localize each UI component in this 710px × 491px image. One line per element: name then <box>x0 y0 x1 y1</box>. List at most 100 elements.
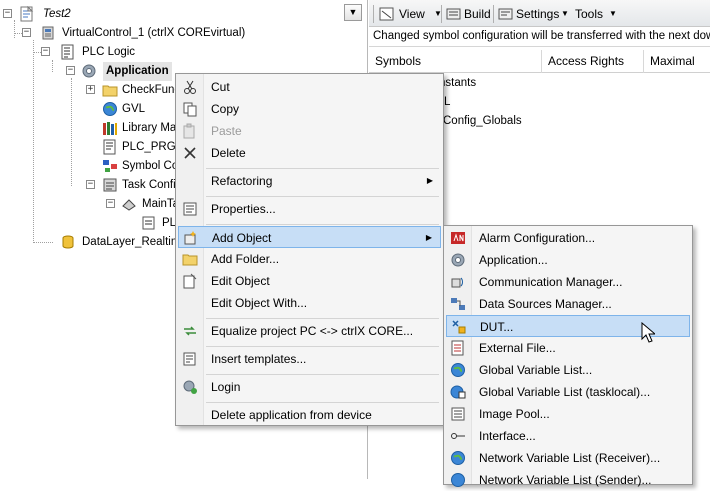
menu-item-delete[interactable]: Delete <box>178 142 441 164</box>
checkfunctions-label: CheckFunc <box>122 84 181 96</box>
tree-row-project[interactable]: − Test2 <box>0 5 340 24</box>
menu-separator <box>206 318 439 319</box>
menu-item-edit-object[interactable]: Edit Object <box>178 270 441 292</box>
scissors-icon <box>184 80 196 94</box>
menu-item-properties[interactable]: Properties... <box>178 198 441 220</box>
submenu-item-image-pool[interactable]: Image Pool... <box>446 403 690 425</box>
tree-row-gvl[interactable]: GVL <box>0 100 200 119</box>
symbol-row[interactable]: Config_Globals <box>443 112 522 130</box>
symbol-row[interactable]: L <box>444 93 450 111</box>
menu-item-delete-application[interactable]: Delete application from device <box>178 404 441 426</box>
network-globe-icon <box>451 451 465 465</box>
submenu-item-communication-manager[interactable]: Communication Manager... <box>446 271 690 293</box>
globe-icon <box>103 102 117 116</box>
submenu-item-label: Global Variable List... <box>479 363 593 377</box>
tree-row-device[interactable]: − VirtualControl_1 (ctrlX COREvirtual) <box>0 24 340 43</box>
menu-item-cut[interactable]: Cut <box>178 76 441 98</box>
application-gear-icon <box>82 64 96 78</box>
menu-item-label: Delete application from device <box>211 408 372 422</box>
plc-logic-icon <box>61 44 74 60</box>
menu-separator <box>206 196 439 197</box>
collapse-toggle[interactable]: − <box>41 47 50 56</box>
column-maximal[interactable]: Maximal <box>644 50 710 73</box>
submenu-item-nvl-sender[interactable]: Network Variable List (Sender)... <box>446 469 690 491</box>
tree-row-plc-logic[interactable]: − PLC Logic <box>0 43 340 62</box>
data-sources-icon <box>451 298 465 310</box>
collapse-toggle[interactable]: − <box>66 66 75 75</box>
menu-item-label: Delete <box>211 146 246 160</box>
symbol-row[interactable]: nstants <box>439 74 476 92</box>
collapse-toggle[interactable]: − <box>3 9 12 18</box>
equalize-icon <box>184 326 196 336</box>
tree-row-checkfunctions[interactable]: + CheckFunc <box>0 81 200 100</box>
submenu-item-application[interactable]: Application... <box>446 249 690 271</box>
tree-row-symbol-config[interactable]: Symbol Cor <box>0 157 200 176</box>
submenu-item-alarm-configuration[interactable]: Alarm Configuration... <box>446 227 690 249</box>
tree-row-task-config[interactable]: − Task Config <box>0 176 200 195</box>
tree-row-library-manager[interactable]: Library Mar <box>0 119 200 138</box>
submenu-item-global-variable-list[interactable]: Global Variable List... <box>446 359 690 381</box>
tree-row-task-plc-prg[interactable]: PL <box>0 214 200 233</box>
project-name: Test2 <box>43 8 71 20</box>
plc-logic-label: PLC Logic <box>82 46 136 58</box>
copy-icon <box>183 102 197 117</box>
submenu-arrow-icon: ▶ <box>425 233 432 242</box>
info-message: Changed symbol configuration will be tra… <box>369 27 710 47</box>
column-symbols[interactable]: Symbols <box>369 50 542 73</box>
dropdown-arrow-icon: ▼ <box>609 9 617 18</box>
task-config-icon <box>103 178 117 192</box>
column-access-rights[interactable]: Access Rights <box>542 50 644 73</box>
tree-row-datalayer[interactable]: DataLayer_Realtim <box>0 233 200 252</box>
image-pool-icon <box>451 407 465 421</box>
main-task-label: MainTa <box>142 198 180 210</box>
menu-item-login[interactable]: Login <box>178 376 441 398</box>
submenu-item-label: External File... <box>479 341 556 355</box>
submenu-item-interface[interactable]: Interface... <box>446 425 690 447</box>
menu-item-refactoring[interactable]: Refactoring ▶ <box>178 170 441 192</box>
toolbar-separator <box>493 5 494 23</box>
dut-icon <box>452 320 466 334</box>
menu-item-equalize[interactable]: Equalize project PC <-> ctrlX CORE... <box>178 320 441 342</box>
submenu-item-global-variable-list-tasklocal[interactable]: Global Variable List (tasklocal)... <box>446 381 690 403</box>
library-books-icon <box>103 122 117 135</box>
menu-item-label: Add Object <box>212 231 272 245</box>
menu-item-add-object[interactable]: Add Object ▶ <box>178 226 441 248</box>
program-icon <box>103 139 116 155</box>
menu-item-label: Add Folder... <box>211 252 280 266</box>
submenu-item-label: Interface... <box>479 429 536 443</box>
collapse-toggle[interactable]: − <box>106 199 115 208</box>
menu-item-label: Equalize project PC <-> ctrlX CORE... <box>211 324 414 338</box>
tree-row-main-task[interactable]: − MainTa <box>0 195 200 214</box>
menu-item-paste[interactable]: Paste <box>178 120 441 142</box>
tools-label: Tools <box>575 7 604 21</box>
menu-separator <box>206 168 439 169</box>
menu-item-copy[interactable]: Copy <box>178 98 441 120</box>
globe-tasklocal-icon <box>450 385 466 399</box>
submenu-item-nvl-receiver[interactable]: Network Variable List (Receiver)... <box>446 447 690 469</box>
application-gear-icon <box>451 253 465 267</box>
menu-item-label: Edit Object <box>211 274 270 288</box>
device-icon <box>42 26 54 40</box>
project-dropdown-button[interactable]: ▼ <box>344 4 362 21</box>
settings-label: Settings <box>516 7 560 21</box>
menu-item-label: Cut <box>211 80 230 94</box>
menu-item-label: Login <box>211 380 241 394</box>
submenu-item-data-sources-manager[interactable]: Data Sources Manager... <box>446 293 690 315</box>
task-config-label: Task Config <box>122 179 183 191</box>
view-label: View <box>399 7 425 21</box>
menu-item-insert-templates[interactable]: Insert templates... <box>178 348 441 370</box>
network-globe-icon <box>451 473 465 487</box>
menu-item-add-folder[interactable]: Add Folder... <box>178 248 441 270</box>
collapse-toggle[interactable]: − <box>86 180 95 189</box>
folder-icon <box>102 85 118 97</box>
globe-icon <box>451 363 465 377</box>
device-label: VirtualControl_1 (ctrlX COREvirtual) <box>62 27 246 39</box>
template-icon <box>183 352 196 366</box>
expand-toggle[interactable]: + <box>86 85 95 94</box>
menu-item-label: Paste <box>211 124 242 138</box>
context-menu: Cut Copy Paste Delete Refactoring ▶ Prop… <box>175 73 444 426</box>
collapse-toggle[interactable]: − <box>22 28 31 37</box>
tree-row-plc-prg[interactable]: PLC_PRG (I <box>0 138 200 157</box>
menu-item-edit-object-with[interactable]: Edit Object With... <box>178 292 441 314</box>
submenu-item-label: Data Sources Manager... <box>479 297 612 311</box>
